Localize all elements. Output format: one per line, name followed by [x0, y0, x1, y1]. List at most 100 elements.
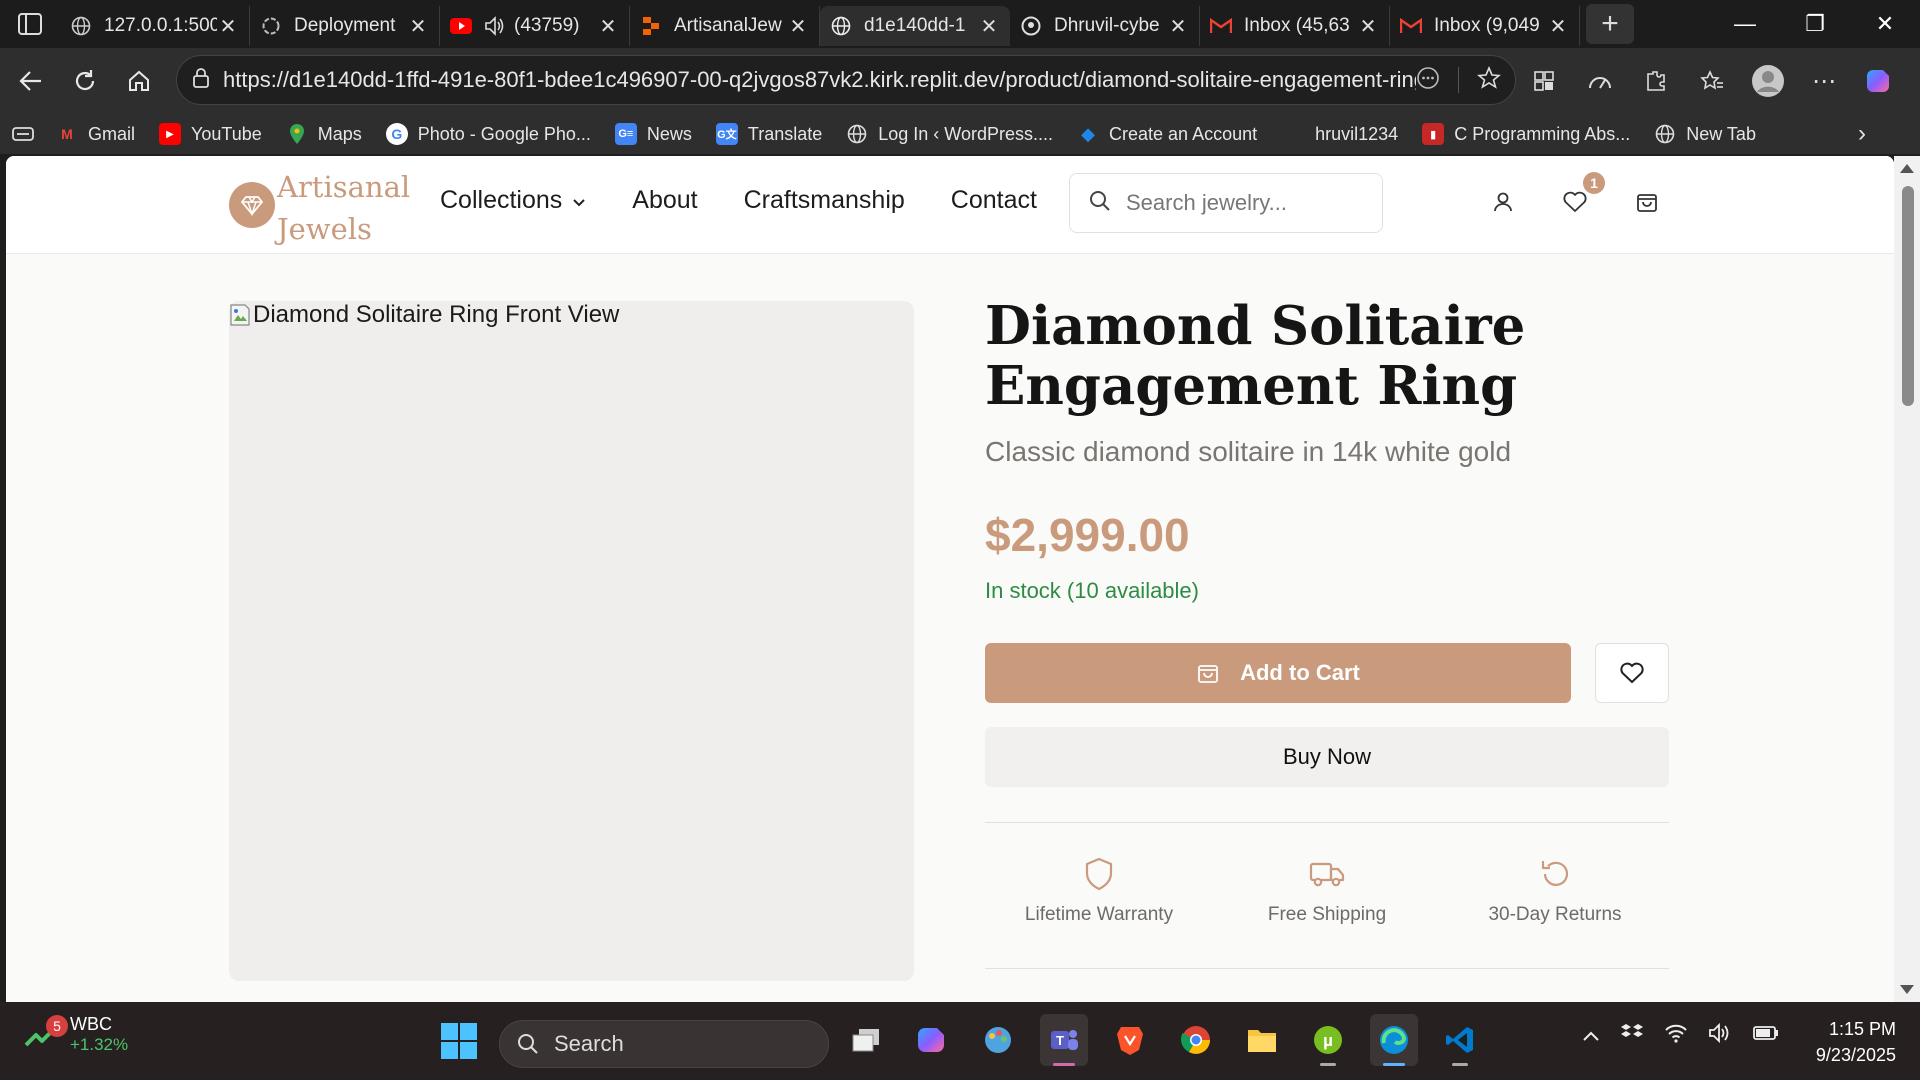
tab-title: d1e140dd-1: [864, 15, 966, 36]
tab-localhost[interactable]: 127.0.0.1:500 ✕: [60, 6, 250, 46]
tab-github[interactable]: Dhruvil-cybe ✕: [1010, 6, 1200, 46]
back-button[interactable]: [4, 54, 58, 108]
scroll-down-arrow[interactable]: [1900, 985, 1914, 994]
bookmark-news[interactable]: G≡ News: [614, 123, 692, 145]
tab-gmail-1[interactable]: Inbox (45,63 ✕: [1200, 6, 1390, 46]
wishlist-heart-icon[interactable]: 1: [1559, 172, 1605, 218]
tab-title: 127.0.0.1:500: [104, 15, 217, 36]
running-indicator: [1320, 1063, 1336, 1066]
address-bar[interactable]: https://d1e140dd-1ffd-491e-80f1-bdee1c49…: [176, 55, 1516, 105]
tab-product-page[interactable]: d1e140dd-1 ✕: [820, 6, 1010, 46]
bookmark-collections-icon[interactable]: [12, 125, 34, 143]
settings-menu-icon[interactable]: ⋯: [1800, 57, 1848, 105]
paint-app-icon[interactable]: [974, 1014, 1022, 1066]
nav-about[interactable]: About: [632, 186, 697, 215]
bookmark-youtube[interactable]: ▶ YouTube: [159, 123, 262, 145]
performance-icon[interactable]: [1576, 57, 1624, 105]
chrome-app-icon[interactable]: [1172, 1014, 1220, 1066]
close-icon[interactable]: ✕: [1357, 14, 1379, 39]
favorites-icon[interactable]: [1688, 57, 1736, 105]
bookmark-hruvil[interactable]: hruvil1234: [1315, 124, 1398, 145]
close-window-button[interactable]: ✕: [1850, 0, 1920, 48]
dropbox-icon[interactable]: [1620, 1022, 1644, 1050]
stock-widget[interactable]: 5 WBC +1.32%: [22, 1014, 128, 1055]
utorrent-app-icon[interactable]: µ: [1304, 1014, 1352, 1066]
search-box[interactable]: [1069, 173, 1383, 233]
tab-deployment[interactable]: Deployment ✕: [250, 6, 440, 46]
tab-youtube[interactable]: (43759) ✕: [440, 6, 630, 46]
buy-now-button[interactable]: Buy Now: [985, 727, 1669, 787]
logo-line-1: Artisanal: [277, 170, 411, 204]
logo-line-2: Jewels: [277, 212, 372, 246]
edge-app-icon[interactable]: [1370, 1014, 1418, 1066]
bookmark-new-tab[interactable]: New Tab: [1654, 123, 1756, 145]
bookmark-c-programming[interactable]: ▮ C Programming Abs...: [1422, 123, 1630, 145]
bookmark-translate[interactable]: G文 Translate: [715, 123, 822, 145]
bookmark-site-icon: ▮: [1422, 123, 1445, 145]
bookmark-photos[interactable]: G Photo - Google Pho...: [385, 123, 591, 145]
bookmark-wordpress[interactable]: Log In ‹ WordPress....: [846, 123, 1053, 145]
vscode-app-icon[interactable]: [1436, 1014, 1484, 1066]
copilot-icon[interactable]: [1856, 57, 1904, 105]
restore-button[interactable]: ❐: [1780, 0, 1850, 48]
profile-avatar-icon[interactable]: [1744, 57, 1792, 105]
speaker-icon[interactable]: [484, 15, 506, 37]
nav-collections[interactable]: Collections: [440, 186, 586, 215]
product-image[interactable]: Diamond Solitaire Ring Front View: [229, 301, 914, 981]
battery-icon[interactable]: [1752, 1024, 1780, 1048]
reload-button[interactable]: [58, 54, 112, 108]
site-header: Artisanal Jewels Collections About Craft…: [6, 156, 1894, 254]
feature-returns: 30-Day Returns: [1441, 856, 1669, 926]
bookmark-gmail[interactable]: M Gmail: [56, 123, 135, 145]
tab-gmail-2[interactable]: Inbox (9,049 ✕: [1390, 6, 1580, 46]
brave-app-icon[interactable]: [1106, 1014, 1154, 1066]
file-explorer-icon[interactable]: [1238, 1014, 1286, 1066]
close-icon[interactable]: ✕: [1167, 14, 1189, 39]
scrollbar-thumb[interactable]: [1902, 186, 1914, 406]
split-screen-icon[interactable]: [1520, 57, 1568, 105]
user-icon[interactable]: [1487, 186, 1519, 218]
wifi-icon[interactable]: [1664, 1023, 1688, 1049]
page-scrollbar[interactable]: [1894, 156, 1920, 1002]
add-to-cart-button[interactable]: Add to Cart: [985, 643, 1571, 703]
globe-icon: [70, 15, 92, 37]
favorite-star-icon[interactable]: [1476, 65, 1502, 95]
bookmark-maps[interactable]: Maps: [286, 123, 362, 145]
volume-icon[interactable]: [1708, 1022, 1732, 1049]
bookmark-create-account[interactable]: ◆ Create an Account: [1077, 123, 1257, 145]
shopping-bag-icon[interactable]: [1631, 186, 1663, 218]
feature-warranty: Lifetime Warranty: [985, 856, 1213, 926]
close-icon[interactable]: ✕: [407, 14, 429, 39]
close-icon[interactable]: ✕: [787, 14, 809, 39]
tab-actions-button[interactable]: [0, 0, 60, 48]
url-text[interactable]: https://d1e140dd-1ffd-491e-80f1-bdee1c49…: [223, 67, 1416, 93]
more-options-icon[interactable]: [1416, 66, 1440, 95]
home-button[interactable]: [112, 54, 166, 108]
new-tab-button[interactable]: +: [1586, 4, 1634, 44]
extensions-icon[interactable]: [1632, 57, 1680, 105]
nav-contact[interactable]: Contact: [951, 186, 1037, 215]
windows-start-icon[interactable]: [440, 1022, 480, 1062]
copilot-app-icon[interactable]: [908, 1014, 956, 1066]
nav-craftsmanship[interactable]: Craftsmanship: [744, 186, 905, 215]
taskbar-search[interactable]: Search: [499, 1020, 829, 1068]
scroll-up-arrow[interactable]: [1900, 164, 1914, 173]
chevron-up-icon[interactable]: [1582, 1025, 1600, 1048]
close-icon[interactable]: ✕: [978, 14, 1000, 39]
close-icon[interactable]: ✕: [1547, 14, 1569, 39]
page-viewport: Artisanal Jewels Collections About Craft…: [6, 156, 1894, 1002]
minimize-button[interactable]: —: [1710, 0, 1780, 48]
close-icon[interactable]: ✕: [597, 14, 619, 39]
close-icon[interactable]: ✕: [217, 14, 239, 39]
add-to-wishlist-button[interactable]: [1595, 643, 1669, 703]
search-input[interactable]: [1126, 190, 1366, 216]
site-logo[interactable]: Artisanal Jewels: [277, 166, 417, 250]
diamond-logo-icon[interactable]: [229, 182, 275, 228]
task-view-icon[interactable]: [842, 1014, 890, 1066]
site-info-icon[interactable]: [191, 67, 211, 94]
system-clock[interactable]: 1:15 PM 9/23/2025: [1800, 1016, 1896, 1068]
teams-app-icon[interactable]: T: [1040, 1014, 1088, 1066]
chevron-right-icon[interactable]: ›: [1858, 120, 1866, 148]
feature-label: Lifetime Warranty: [1024, 904, 1174, 925]
tab-replit[interactable]: ArtisanalJew ✕: [630, 6, 820, 46]
